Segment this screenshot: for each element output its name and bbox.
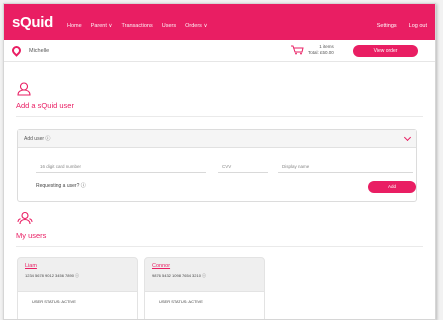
location-pin-icon (10, 44, 23, 57)
my-users-title: My users (16, 231, 47, 240)
display-name-input[interactable]: Display name (278, 160, 413, 173)
user-status: USER STATUS: ACTIVE (32, 299, 76, 304)
user-card-name[interactable]: Connor (152, 263, 170, 269)
basket-total: Total: £50.00 (308, 50, 334, 55)
user-card-body (18, 291, 137, 319)
add-user-header[interactable]: Add user ⓘ (18, 130, 416, 148)
add-user-card: Add user ⓘ 16 digit card number CVV Disp… (17, 129, 417, 202)
user-status: USER STATUS: ACTIVE (159, 299, 203, 304)
nav-users[interactable]: Users (162, 23, 176, 29)
chevron-down-icon[interactable] (403, 133, 412, 142)
add-user-icon (17, 82, 31, 96)
add-user-label: Add user ⓘ (24, 136, 51, 142)
divider (16, 116, 423, 117)
view-order-button[interactable]: View order (353, 45, 418, 57)
app-window: sQuid Home Parent ∨ Transactions Users O… (3, 3, 436, 320)
add-button[interactable]: Add (368, 181, 416, 193)
user-card-number: 9876 5432 1098 7654 3210 ⓘ (152, 273, 207, 278)
profile-bar: Michelle 1 items Total: £50.00 View orde… (4, 40, 435, 62)
nav-logout[interactable]: Log out (409, 23, 427, 29)
user-name: Michelle (29, 47, 50, 54)
nav-transactions[interactable]: Transactions (121, 23, 152, 29)
nav-settings[interactable]: Settings (377, 23, 397, 29)
user-card[interactable]: Connor 9876 5432 1098 7654 3210 ⓘ USER S… (144, 257, 265, 319)
squid-logo[interactable]: sQuid (12, 14, 53, 31)
card-number-input[interactable]: 16 digit card number (36, 160, 206, 173)
add-user-title: Add a sQuid user (16, 101, 74, 110)
main-menu: Home Parent ∨ Transactions Users Orders … (67, 23, 207, 29)
user-card-body (145, 291, 264, 319)
user-card-name[interactable]: Liam (25, 263, 37, 269)
basket-summary: 1 items Total: £50.00 (308, 44, 334, 56)
requesting-user-link[interactable]: Requesting a user? ⓘ (36, 182, 86, 189)
nav-orders[interactable]: Orders ∨ (185, 23, 207, 29)
user-card[interactable]: Liam 1234 5678 9012 3456 7890 ⓘ USER STA… (17, 257, 138, 319)
divider (16, 246, 423, 247)
nav-home[interactable]: Home (67, 23, 82, 29)
basket-icon[interactable] (290, 44, 304, 55)
user-card-number: 1234 5678 9012 3456 7890 ⓘ (25, 273, 80, 278)
cvv-input[interactable]: CVV (218, 160, 268, 173)
nav-right: Settings Log out (377, 23, 427, 29)
top-navbar: sQuid Home Parent ∨ Transactions Users O… (4, 4, 435, 40)
users-icon (17, 211, 33, 225)
nav-parent[interactable]: Parent ∨ (91, 23, 113, 29)
